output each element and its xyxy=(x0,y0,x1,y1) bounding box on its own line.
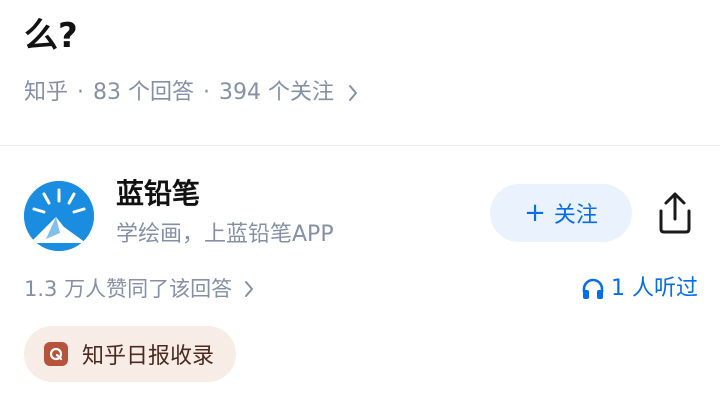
share-icon[interactable] xyxy=(655,191,695,235)
meta-separator: · xyxy=(77,80,85,105)
question-title[interactable]: 么? xyxy=(24,12,78,60)
question-meta[interactable]: 知乎 · 83 个回答 · 394 个关注 xyxy=(24,76,358,110)
meta-separator: · xyxy=(203,80,211,105)
listen-count[interactable]: 1 人听过 xyxy=(581,272,698,306)
question-source: 知乎 xyxy=(24,80,69,105)
chevron-right-icon xyxy=(244,280,254,298)
zhihu-daily-logo-icon xyxy=(44,342,68,366)
pencil-logo-icon xyxy=(24,181,94,251)
follow-button[interactable]: + 关注 xyxy=(490,184,632,242)
badge-label: 知乎日报收录 xyxy=(82,344,215,369)
divider xyxy=(0,145,720,146)
chevron-right-icon xyxy=(348,84,358,102)
headphones-icon xyxy=(581,277,605,301)
plus-icon: + xyxy=(524,198,546,228)
author-bio: 学绘画，上蓝铅笔APP xyxy=(116,222,334,247)
zhihu-daily-badge[interactable]: 知乎日报收录 xyxy=(24,326,237,382)
answer-page: 么? 知乎 · 83 个回答 · 394 个关注 蓝铅笔 学绘画，上蓝铅笔APP… xyxy=(0,0,720,405)
author-avatar[interactable] xyxy=(24,181,94,251)
author-name[interactable]: 蓝铅笔 xyxy=(116,174,200,214)
answer-count: 83 个回答 xyxy=(93,80,195,105)
likes-text: 1.3 万人赞同了该回答 xyxy=(24,277,233,301)
listen-text: 1 人听过 xyxy=(611,276,698,301)
follower-count: 394 个关注 xyxy=(219,80,335,105)
follow-label: 关注 xyxy=(553,203,598,228)
likes-summary[interactable]: 1.3 万人赞同了该回答 xyxy=(24,272,254,306)
